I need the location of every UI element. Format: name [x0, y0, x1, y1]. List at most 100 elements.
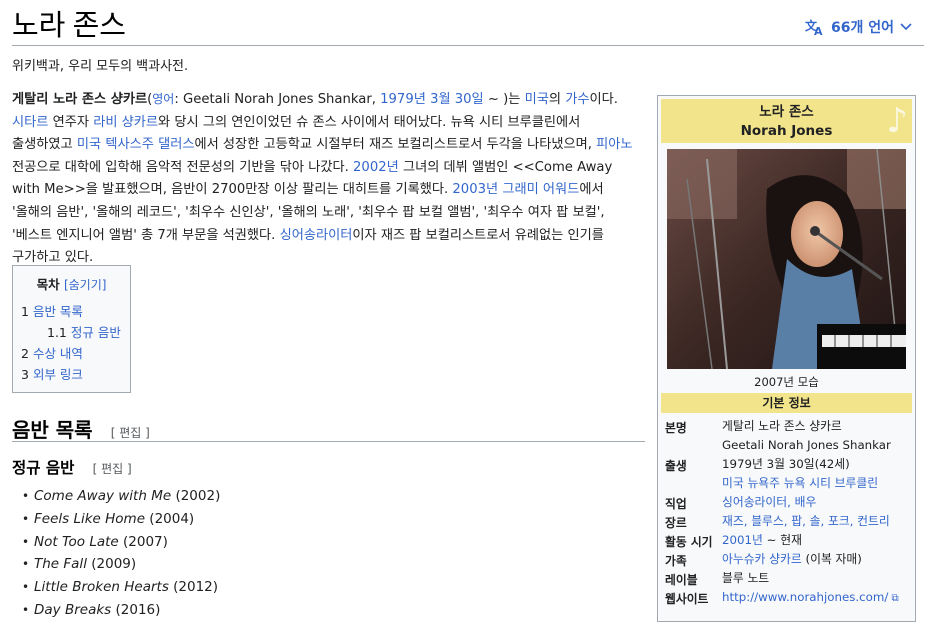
- toc-item-number: 2: [21, 346, 29, 361]
- inline-link[interactable]: 3월 30일: [430, 92, 484, 107]
- inline-link[interactable]: 시타르: [12, 115, 48, 130]
- inline-link[interactable]: 댈러스: [158, 137, 194, 152]
- inline-link[interactable]: 2002년: [353, 160, 399, 175]
- infobox-row: 본명 게탈리 노라 존스 샹카르 Geetali Norah Jones Shank…: [661, 417, 912, 455]
- infobox-label: 레이블: [665, 573, 698, 587]
- album-list: • Come Away with Me (2002) • Feels Like Hom…: [22, 485, 220, 622]
- infobox-value: 아누슈카 샹카르 (이복 자매): [722, 550, 912, 569]
- infobox-row: 웹사이트 http://www.norahjones.com/ ⧉: [661, 588, 912, 608]
- infobox-label: 가족: [665, 554, 687, 568]
- bullet-icon: •: [22, 489, 30, 503]
- toc-item-number: 1: [21, 304, 29, 319]
- album-year: (2007): [118, 533, 168, 550]
- infobox-link[interactable]: http://www.norahjones.com/: [722, 590, 888, 604]
- toc-item-label: 외부 링크: [32, 367, 83, 382]
- infobox-value-line: 재즈, 블루스, 팝, 솔, 포크, 컨트리: [722, 512, 912, 531]
- infobox-label: 활동 시기: [665, 535, 713, 549]
- edit-discography-link[interactable]: [ 편집 ]: [111, 426, 150, 440]
- infobox-link[interactable]: 아누슈카 샹카르: [722, 552, 802, 566]
- toc-toggle-link[interactable]: [숨기기]: [64, 278, 106, 292]
- album-title: The Fall: [34, 556, 87, 573]
- toc-list: 1 음반 목록 1.1 정규 음반 2 수상 내역 3 외부 링크: [21, 301, 122, 385]
- inline-link[interactable]: 미국: [525, 92, 549, 107]
- inline-link[interactable]: 피아노: [596, 137, 632, 152]
- inline-link[interactable]: 그래미 어워드: [502, 182, 579, 197]
- infobox-value-line: 2001년 ~ 현재: [722, 531, 912, 550]
- infobox-text: (이복 자매): [801, 552, 862, 566]
- bullet-icon: •: [22, 534, 30, 549]
- infobox-label: 장르: [665, 516, 687, 530]
- infobox-text: 블루 노트: [722, 571, 770, 585]
- infobox-link[interactable]: 재즈, 블루스, 팝, 솔, 포크, 컨트리: [722, 514, 890, 528]
- infobox-value: 1979년 3월 30일(42세) 미국 뉴욕주 뉴욕 시티 브루클린: [722, 455, 912, 493]
- album-list-item: • Not Too Late (2007): [22, 531, 220, 554]
- infobox-value: 재즈, 블루스, 팝, 솔, 포크, 컨트리: [722, 512, 912, 531]
- infobox-value-line: 1979년 3월 30일(42세): [722, 455, 912, 474]
- infobox-header: 노라 존스 Norah Jones ♪: [661, 99, 912, 143]
- article-subject: 게탈리 노라 존스 샹카르: [12, 92, 148, 107]
- svg-text:A: A: [814, 25, 823, 36]
- infobox-value: 게탈리 노라 존스 샹카르 Geetali Norah Jones Shankar: [722, 417, 912, 455]
- infobox-value: 블루 노트: [722, 569, 912, 588]
- inline-link[interactable]: 싱어송라이터: [280, 228, 353, 243]
- album-year: (2016): [111, 601, 161, 618]
- inline-link[interactable]: 1979년: [380, 92, 426, 107]
- page-header: 노라 존스 文 A 66개 언어: [12, 6, 924, 46]
- inline-link[interactable]: 라비 샹카르: [93, 115, 158, 130]
- album-title: Day Breaks: [34, 601, 112, 618]
- infobox-row: 가족 아누슈카 샹카르 (이복 자매): [661, 550, 912, 569]
- edit-studio-albums-link[interactable]: [ 편집 ]: [93, 462, 132, 476]
- inline-link[interactable]: 텍사스주: [105, 137, 154, 152]
- album-list-item: • The Fall (2009): [22, 553, 220, 576]
- infobox-link[interactable]: 2001년: [722, 533, 763, 547]
- infobox-value-line: 블루 노트: [722, 569, 912, 588]
- studio-albums-heading: 정규 음반 [ 편집 ]: [12, 456, 132, 478]
- inline-link[interactable]: 2003년: [452, 182, 498, 197]
- album-year: (2002): [171, 488, 221, 504]
- lead-text: 의: [548, 92, 566, 107]
- infobox-text: 1979년 3월 30일(42세): [722, 457, 850, 471]
- infobox-value: 2001년 ~ 현재: [722, 531, 912, 550]
- album-title: Feels Like Home: [34, 510, 146, 527]
- infobox-row: 레이블 블루 노트: [661, 569, 912, 588]
- artist-photo[interactable]: [667, 149, 906, 369]
- toc-item[interactable]: 1 음반 목록: [21, 301, 122, 322]
- bullet-icon: •: [22, 580, 30, 595]
- album-title: Not Too Late: [34, 533, 119, 550]
- infobox-link[interactable]: 미국 뉴욕주 뉴욕 시티 브루클린: [722, 476, 878, 490]
- infobox-value-line: Geetali Norah Jones Shankar: [722, 436, 912, 455]
- infobox-value: http://www.norahjones.com/ ⧉: [722, 588, 912, 608]
- discography-title: 음반 목록: [12, 418, 93, 442]
- site-tagline: 위키백과, 우리 모두의 백과사전.: [12, 59, 189, 74]
- album-year: (2004): [145, 510, 195, 527]
- infobox-label: 출생: [665, 459, 687, 473]
- inline-link[interactable]: 영어: [152, 92, 174, 106]
- toc-item[interactable]: 1.1 정규 음반: [21, 322, 122, 343]
- lead-text: ~ )는: [483, 92, 525, 107]
- infobox-text: ~ 현재: [762, 533, 802, 547]
- bullet-icon: •: [22, 511, 30, 526]
- infobox: 노라 존스 Norah Jones ♪ 2007년 모습 기본 정보 본명 게탈…: [657, 95, 916, 622]
- page-title: 노라 존스: [12, 10, 126, 42]
- infobox-value-line: 게탈리 노라 존스 샹카르: [722, 417, 912, 436]
- infobox-link[interactable]: 싱어송라이터, 배우: [722, 495, 816, 509]
- lead-paragraph: 게탈리 노라 존스 샹카르(영어: Geetali Norah Jones Sh…: [12, 88, 636, 270]
- album-year: (2012): [168, 579, 219, 596]
- infobox-rows: 본명 게탈리 노라 존스 샹카르 Geetali Norah Jones Shank…: [661, 417, 912, 608]
- toc-item[interactable]: 3 외부 링크: [21, 364, 122, 385]
- infobox-value-line: 미국 뉴욕주 뉴욕 시티 브루클린: [722, 474, 912, 493]
- bullet-icon: •: [22, 557, 30, 572]
- toc-title: 목차: [36, 277, 60, 292]
- table-of-contents: 목차 [숨기기] 1 음반 목록 1.1 정규 음반 2 수상 내역 3 외부 링크: [12, 265, 131, 393]
- infobox-label: 웹사이트: [665, 592, 709, 606]
- inline-link[interactable]: 미국: [77, 137, 101, 152]
- studio-albums-title: 정규 음반: [12, 459, 75, 477]
- language-button[interactable]: 文 A 66개 언어: [805, 17, 912, 37]
- toc-item[interactable]: 2 수상 내역: [21, 343, 122, 364]
- toc-item-number: 3: [21, 367, 29, 382]
- infobox-section-title: 기본 정보: [661, 393, 912, 413]
- infobox-text: Geetali Norah Jones Shankar: [722, 438, 891, 452]
- inline-link[interactable]: 가수: [565, 92, 589, 107]
- toc-title-row: 목차 [숨기기]: [21, 274, 122, 293]
- external-link-icon: ⧉: [888, 593, 899, 604]
